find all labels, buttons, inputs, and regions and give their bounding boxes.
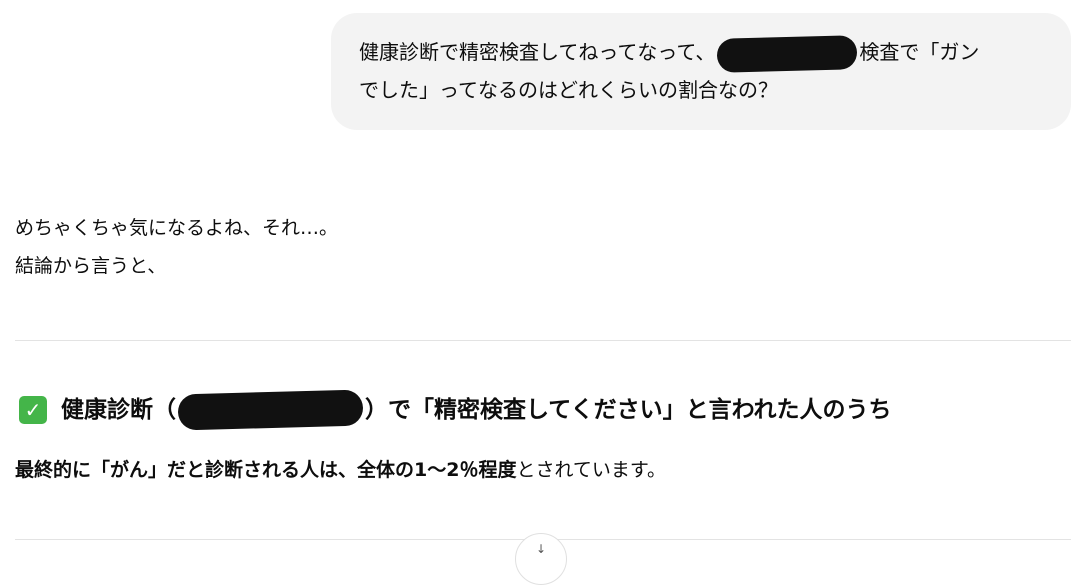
check-mark-button-icon: ✓	[19, 396, 47, 424]
user-message-bubble: 健康診断で精密検査してねってなって、 検査で「ガン でした」ってなるのはどれくらい…	[331, 13, 1071, 130]
arrow-down-icon: ↓	[535, 542, 547, 556]
section-divider	[15, 340, 1071, 341]
assistant-paragraph-1: めちゃくちゃ気になるよね、それ…。	[15, 217, 339, 239]
summary-bold-text: 最終的に「がん」だと診断される人は、全体の1〜2％程度	[15, 459, 517, 481]
user-message-text-end: 検査で「ガン	[859, 40, 980, 64]
assistant-message: めちゃくちゃ気になるよね、それ…。 結論から言うと、	[15, 209, 1071, 285]
section-heading: ✓ 健康診断（ ）で「精密検査してください」と言われた人のうち	[19, 388, 891, 432]
user-message-text-start: 健康診断で精密検査してねってなって、	[359, 40, 716, 64]
redaction-mark	[716, 34, 858, 73]
redaction-mark	[177, 389, 364, 431]
heading-text-end: ）で「精密検査してください」と言われた人のうち	[365, 397, 892, 423]
summary-text: 最終的に「がん」だと診断される人は、全体の1〜2％程度とされています。	[15, 451, 666, 489]
user-message-line-1: 健康診断で精密検査してねってなって、 検査で「ガン	[359, 33, 1043, 73]
user-message-line-2: でした」ってなるのはどれくらいの割合なの？	[359, 78, 778, 102]
heading-text-start: 健康診断（	[61, 397, 176, 423]
summary-rest-text: とされています。	[516, 459, 666, 481]
scroll-to-bottom-button[interactable]: ↓	[515, 533, 567, 585]
assistant-paragraph-2: 結論から言うと、	[15, 255, 167, 277]
